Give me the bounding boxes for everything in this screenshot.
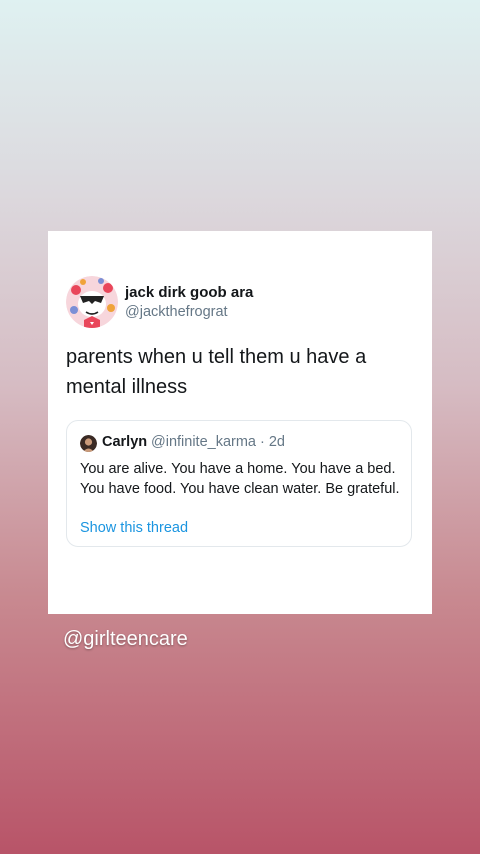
cartoon-avatar-icon[interactable] — [66, 276, 118, 328]
quoted-display-name[interactable]: Carlyn — [102, 434, 147, 450]
tweet-text: parents when u tell them u have a mental… — [66, 346, 367, 398]
user-handle[interactable]: @jackthefrograt — [125, 304, 228, 320]
quoted-tweet[interactable]: Carlyn @infinite_karma · 2d You are aliv… — [66, 420, 412, 547]
tweet-card: jack dirk goob ara @jackthefrograt paren… — [48, 231, 432, 614]
credit-handle: @girlteencare — [63, 628, 188, 650]
quoted-handle-and-time: @infinite_karma · 2d — [151, 434, 285, 450]
profile-photo-icon[interactable] — [80, 435, 97, 452]
quoted-tweet-text: You are alive. You have a home. You have… — [80, 461, 400, 497]
display-name[interactable]: jack dirk goob ara — [125, 284, 253, 301]
show-thread-link[interactable]: Show this thread — [80, 520, 188, 536]
